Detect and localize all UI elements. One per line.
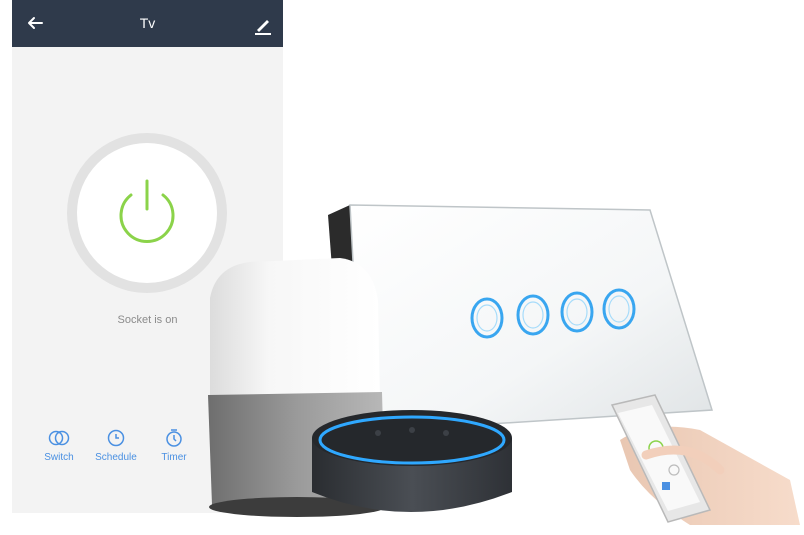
hand-with-phone	[610, 394, 800, 525]
smart-speaker-dot	[312, 410, 512, 512]
dot-button-left	[375, 430, 381, 436]
switch-glass-panel	[349, 204, 713, 433]
speaker-top-shell	[210, 258, 380, 400]
smart-home-products	[208, 204, 800, 525]
product-promo-image: Tv Socket is on Switch Schedule Timer	[0, 0, 804, 535]
dot-button-right	[443, 430, 449, 436]
phone-app-blue-icon	[662, 482, 670, 490]
dot-button-center	[409, 427, 415, 433]
